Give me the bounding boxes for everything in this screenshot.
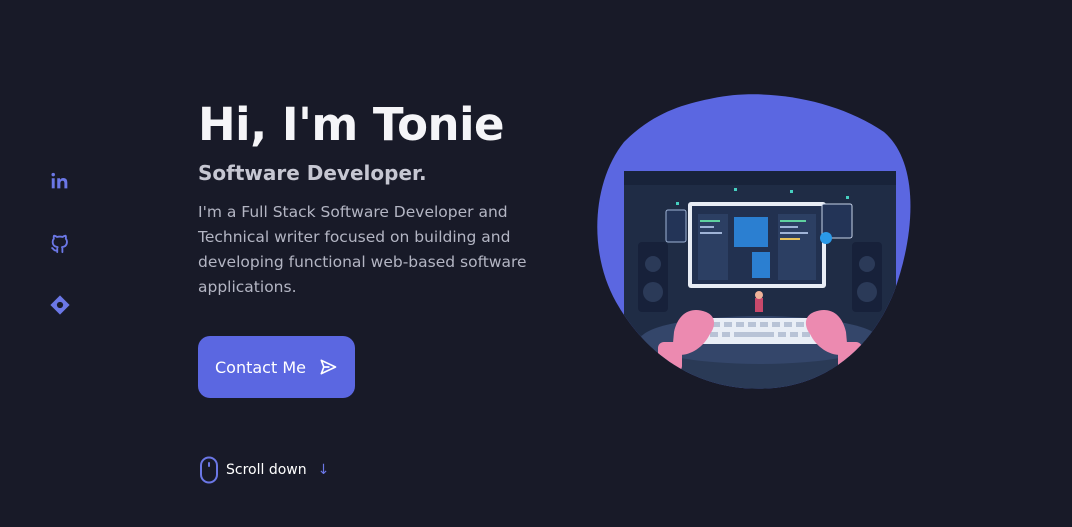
developer-illustration	[597, 94, 911, 389]
arrow-down-icon: ↓	[317, 462, 330, 478]
linkedin-icon	[51, 172, 68, 189]
github-icon	[51, 234, 68, 254]
scroll-down-label: Scroll down	[226, 462, 307, 478]
hero-subtitle: Software Developer.	[198, 161, 427, 185]
hero-title: Hi, I'm Tonie	[198, 98, 505, 151]
mouse-icon	[199, 456, 219, 484]
hero-description: I'm a Full Stack Software Developer and …	[198, 203, 527, 296]
linkedin-link[interactable]	[49, 170, 71, 192]
scroll-down-link[interactable]: Scroll down ↓	[199, 456, 329, 484]
contact-me-label: Contact Me	[215, 357, 306, 377]
send-icon	[320, 359, 337, 375]
github-link[interactable]	[49, 232, 71, 254]
hero-section: Hi, I'm Tonie Software Developer. I'm a …	[198, 96, 538, 300]
social-links	[49, 170, 71, 356]
hashnode-icon	[50, 295, 70, 315]
hashnode-link[interactable]	[49, 294, 71, 316]
contact-me-button[interactable]: Contact Me	[198, 336, 355, 398]
